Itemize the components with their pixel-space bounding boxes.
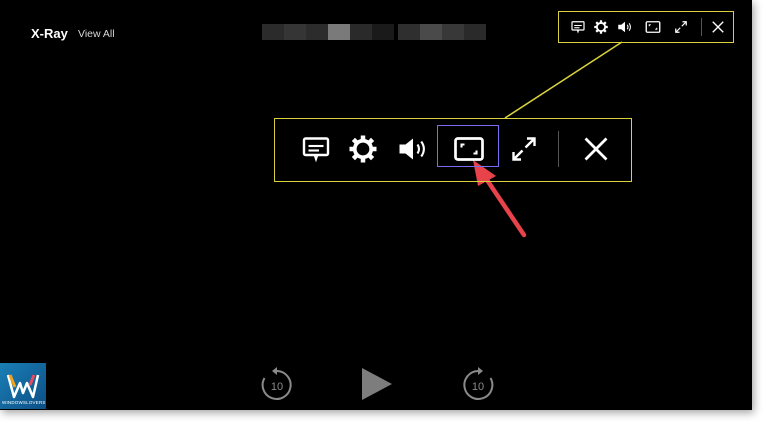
rewind-seconds-label: 10 — [271, 381, 283, 393]
callout-connector — [473, 41, 623, 238]
video-player: X-Ray View All 10 10 WINDOWSLOVERS — [0, 0, 752, 410]
gear-icon[interactable] — [345, 131, 381, 167]
close-icon[interactable] — [578, 131, 614, 167]
play-button[interactable] — [358, 364, 396, 404]
highlighted-pip-button — [437, 125, 499, 167]
fullscreen-icon[interactable] — [506, 131, 542, 167]
watermark-logo: WINDOWSLOVERS — [0, 363, 46, 409]
forward-10-button[interactable]: 10 — [459, 366, 497, 404]
watermark-text: WINDOWSLOVERS — [2, 400, 46, 405]
toolbar-separator — [558, 131, 559, 167]
captions-icon[interactable] — [298, 131, 334, 167]
volume-icon[interactable] — [395, 131, 431, 167]
rewind-10-button[interactable]: 10 — [258, 366, 296, 404]
forward-seconds-label: 10 — [472, 381, 484, 393]
